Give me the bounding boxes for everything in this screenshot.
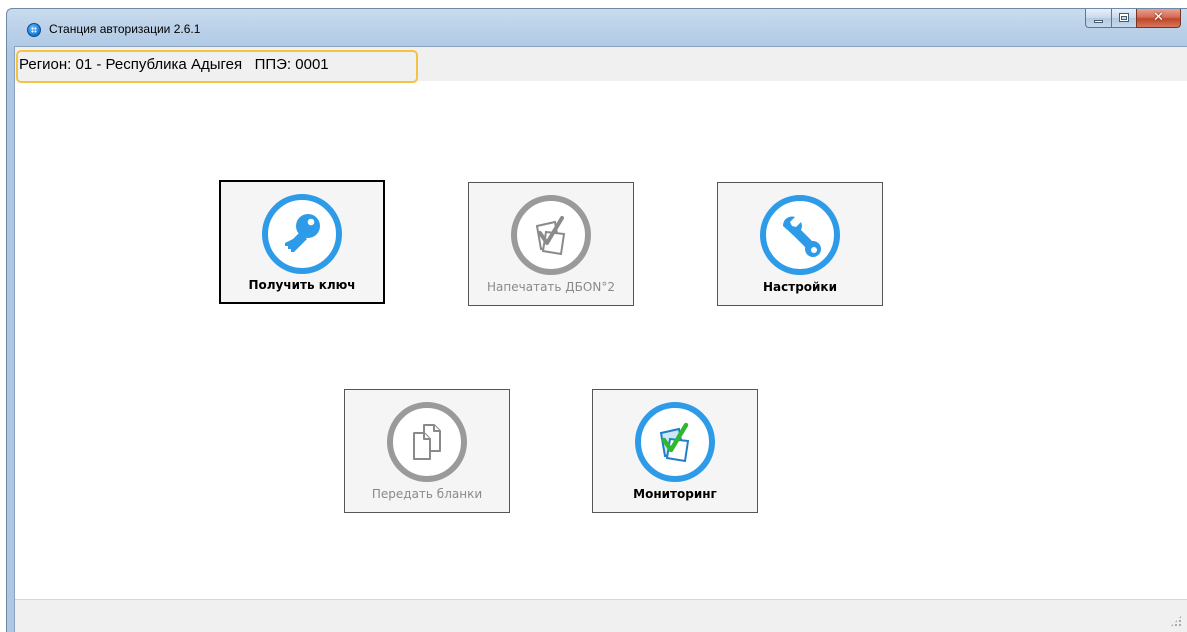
monitoring-label: Мониторинг <box>633 487 717 501</box>
maximize-icon <box>1119 13 1129 22</box>
minimize-button[interactable] <box>1085 9 1111 28</box>
documents-icon <box>387 402 467 482</box>
maximize-button[interactable] <box>1111 9 1136 28</box>
send-forms-button[interactable]: Передать бланки <box>344 389 510 513</box>
close-icon: ✕ <box>1153 10 1164 25</box>
minimize-icon <box>1094 20 1103 23</box>
window-title: Станция авторизации 2.6.1 <box>49 22 201 36</box>
settings-label: Настройки <box>762 280 837 294</box>
get-key-button[interactable]: Получить ключ <box>219 180 385 304</box>
wrench-icon <box>760 195 840 275</box>
app-icon <box>27 23 41 37</box>
monitoring-check-icon <box>635 402 715 482</box>
status-bar <box>15 599 1187 632</box>
close-button[interactable]: ✕ <box>1136 9 1181 28</box>
client-area: Регион: 01 - Республика Адыгея ППЭ: 0001… <box>14 46 1187 632</box>
app-window: Станция авторизации 2.6.1 ✕ Регион: 01 -… <box>6 8 1187 632</box>
print-dbo2-label: Напечатать ДБОN°2 <box>487 280 615 294</box>
monitoring-button[interactable]: Мониторинг <box>592 389 758 513</box>
settings-button[interactable]: Настройки <box>717 182 883 306</box>
print-check-icon <box>511 195 591 275</box>
title-bar[interactable]: Станция авторизации 2.6.1 ✕ <box>7 9 1187 46</box>
info-highlight-frame <box>16 50 418 83</box>
send-forms-label: Передать бланки <box>371 487 483 501</box>
get-key-label: Получить ключ <box>248 278 356 292</box>
key-icon <box>262 194 342 274</box>
resize-grip-icon[interactable] <box>1170 615 1182 627</box>
print-dbo2-button[interactable]: Напечатать ДБОN°2 <box>468 182 634 306</box>
window-controls: ✕ <box>1085 9 1181 29</box>
